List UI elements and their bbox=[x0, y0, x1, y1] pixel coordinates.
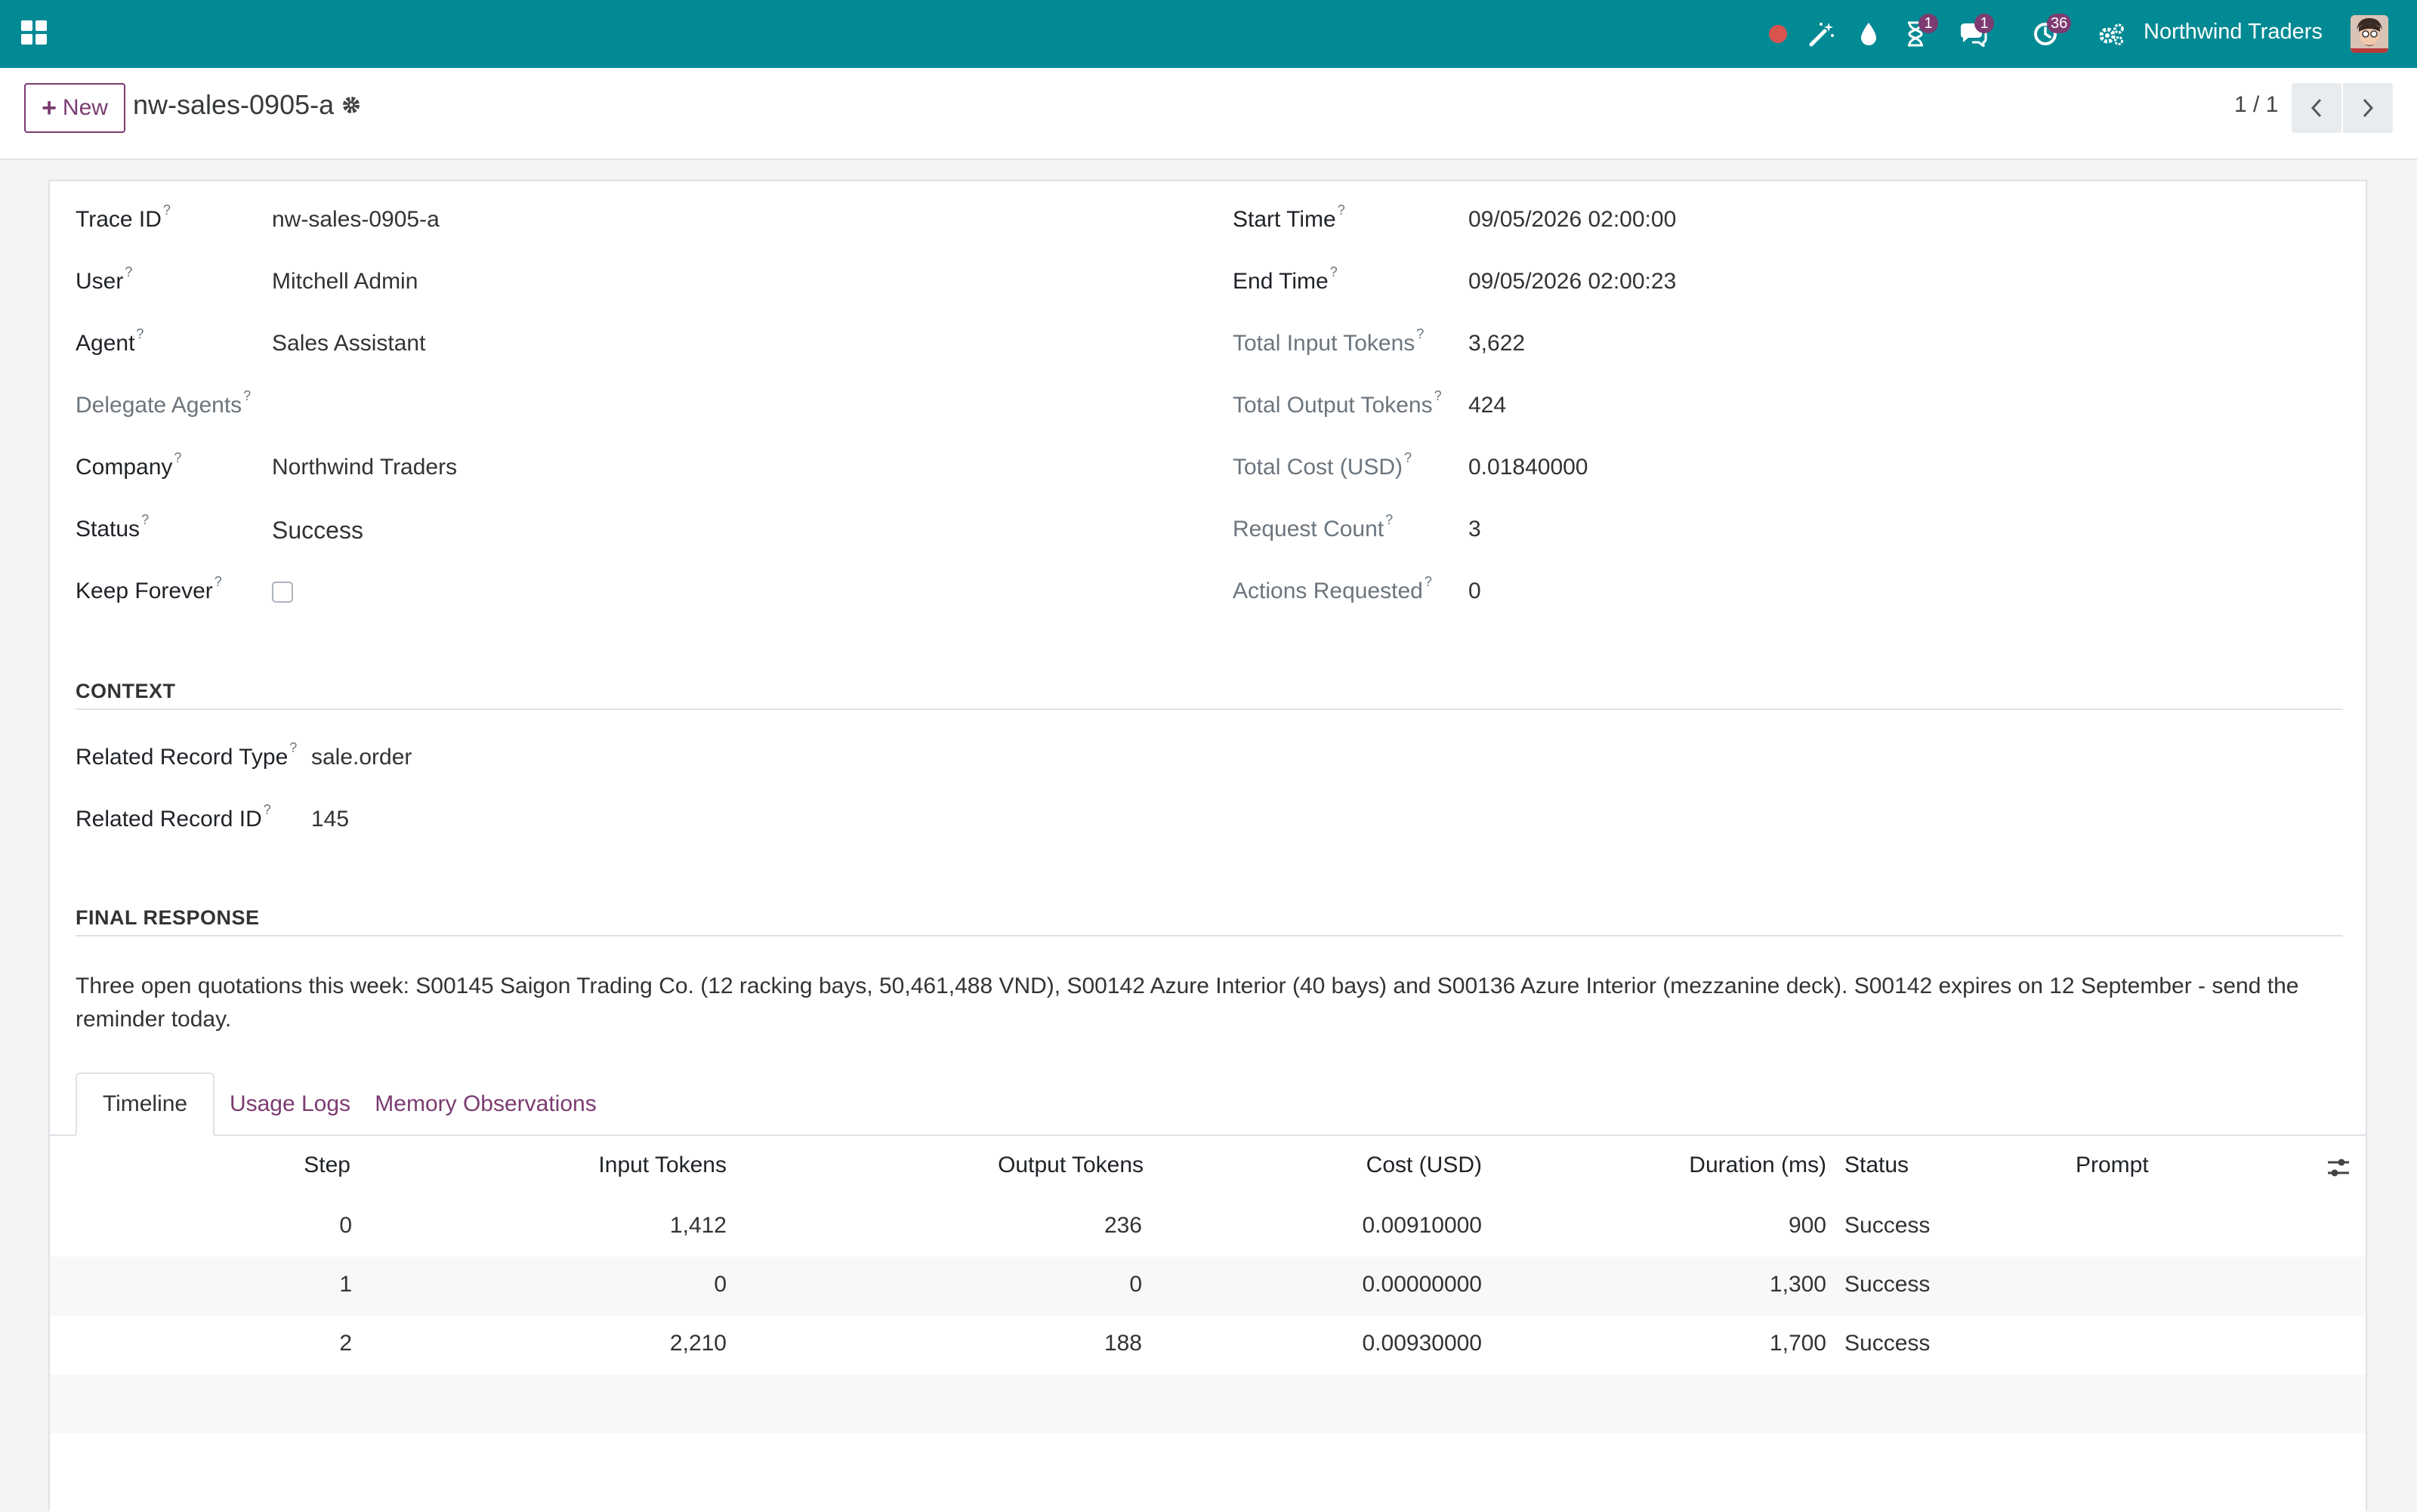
column-header-input-tokens[interactable]: Input Tokens bbox=[598, 1153, 727, 1178]
company-switcher[interactable]: Northwind Traders bbox=[2144, 20, 2323, 45]
total-cost-label: Total Cost (USD)? bbox=[1233, 450, 1412, 480]
record-actions-gear-icon[interactable] bbox=[341, 95, 361, 119]
tab-timeline[interactable]: Timeline bbox=[76, 1072, 215, 1136]
settings-gears-icon[interactable] bbox=[2097, 15, 2127, 53]
agent-value[interactable]: Sales Assistant bbox=[272, 331, 425, 356]
request-count-label: Request Count? bbox=[1233, 512, 1394, 542]
request-count-value: 3 bbox=[1468, 517, 1481, 542]
related-record-type-value: sale.order bbox=[311, 745, 412, 770]
final-response-text: Three open quotations this week: S00145 … bbox=[76, 974, 2299, 1032]
chat-icon[interactable]: 1 bbox=[1958, 14, 1994, 53]
empty-table-row bbox=[50, 1375, 2366, 1435]
cell-duration: 1,700 bbox=[1769, 1331, 1826, 1356]
tab-memory-observations[interactable]: Memory Observations bbox=[366, 1072, 606, 1136]
total-input-tokens-label: Total Input Tokens? bbox=[1233, 326, 1425, 356]
total-input-tokens-value: 3,622 bbox=[1468, 331, 1526, 356]
timeline-table-header: Step Input Tokens Output Tokens Cost (US… bbox=[50, 1136, 2366, 1200]
droplet-icon[interactable] bbox=[1855, 15, 1882, 53]
cell-status: Success bbox=[1844, 1272, 1931, 1297]
record-title: nw-sales-0905-a bbox=[133, 89, 335, 120]
new-button-label: New bbox=[62, 95, 108, 120]
plus-icon: + bbox=[42, 93, 57, 122]
record-dot-icon[interactable] bbox=[1764, 15, 1792, 53]
column-header-cost[interactable]: Cost (USD) bbox=[1366, 1153, 1482, 1178]
keep-forever-checkbox[interactable] bbox=[272, 582, 293, 603]
column-header-duration[interactable]: Duration (ms) bbox=[1689, 1153, 1826, 1178]
new-button[interactable]: + New bbox=[24, 83, 125, 133]
table-row[interactable]: 1 0 0 0.00000000 1,300 Success bbox=[50, 1257, 2366, 1317]
optional-columns-toggle-icon[interactable] bbox=[2326, 1156, 2351, 1183]
company-value[interactable]: Northwind Traders bbox=[272, 455, 457, 480]
trace-id-label: Trace ID? bbox=[76, 202, 171, 232]
pager-value[interactable]: 1 / 1 bbox=[2234, 92, 2278, 118]
activities-badge: 1 bbox=[1918, 14, 1938, 33]
cell-step: 0 bbox=[339, 1213, 352, 1238]
cell-duration: 900 bbox=[1788, 1213, 1826, 1238]
control-panel: + New nw-sales-0905-a 1 / 1 bbox=[0, 68, 2417, 160]
agent-label: Agent? bbox=[76, 326, 144, 356]
total-cost-value: 0.01840000 bbox=[1468, 455, 1588, 480]
start-time-value: 09/05/2026 02:00:00 bbox=[1468, 207, 1677, 232]
actions-requested-value: 0 bbox=[1468, 579, 1481, 603]
table-row[interactable]: 0 1,412 236 0.00910000 900 Success bbox=[50, 1198, 2366, 1258]
delegate-agents-label: Delegate Agents? bbox=[76, 388, 252, 418]
context-divider bbox=[76, 708, 2343, 710]
chevron-left-icon bbox=[2311, 98, 2322, 118]
end-time-value: 09/05/2026 02:00:23 bbox=[1468, 269, 1677, 294]
keep-forever-label: Keep Forever? bbox=[76, 574, 222, 603]
cell-duration: 1,300 bbox=[1769, 1272, 1826, 1297]
final-response-divider bbox=[76, 935, 2343, 937]
context-section-title: CONTEXT bbox=[76, 680, 176, 702]
empty-table-row bbox=[50, 1433, 2366, 1512]
cell-input-tokens: 1,412 bbox=[669, 1213, 727, 1238]
form-sheet: Trace ID? nw-sales-0905-a User? Mitchell… bbox=[48, 180, 2367, 1512]
cell-output-tokens: 236 bbox=[1104, 1213, 1142, 1238]
cell-input-tokens: 2,210 bbox=[669, 1331, 727, 1356]
related-record-id-value: 145 bbox=[311, 807, 350, 832]
related-record-id-label: Related Record ID? bbox=[76, 802, 271, 832]
table-row[interactable]: 2 2,210 188 0.00930000 1,700 Success bbox=[50, 1316, 2366, 1376]
start-time-label: Start Time? bbox=[1233, 202, 1345, 232]
column-header-output-tokens[interactable]: Output Tokens bbox=[998, 1153, 1144, 1178]
cell-output-tokens: 0 bbox=[1129, 1272, 1142, 1297]
cell-cost: 0.00910000 bbox=[1362, 1213, 1483, 1238]
apps-grid-icon[interactable] bbox=[21, 20, 48, 48]
total-output-tokens-label: Total Output Tokens? bbox=[1233, 388, 1442, 418]
pager-previous-button[interactable] bbox=[2292, 83, 2341, 133]
chevron-right-icon bbox=[2363, 98, 2374, 118]
cell-cost: 0.00000000 bbox=[1362, 1272, 1483, 1297]
status-value: Success bbox=[272, 517, 363, 544]
trace-id-value: nw-sales-0905-a bbox=[272, 207, 440, 232]
final-response-section-title: FINAL RESPONSE bbox=[76, 906, 260, 929]
column-header-prompt[interactable]: Prompt bbox=[2076, 1153, 2149, 1178]
cell-output-tokens: 188 bbox=[1104, 1331, 1142, 1356]
column-header-step[interactable]: Step bbox=[304, 1153, 350, 1178]
cell-step: 1 bbox=[339, 1272, 352, 1297]
cell-cost: 0.00930000 bbox=[1362, 1331, 1483, 1356]
cell-status: Success bbox=[1844, 1331, 1931, 1356]
hourglass-icon[interactable]: 1 bbox=[1902, 14, 1938, 53]
actions-requested-label: Actions Requested? bbox=[1233, 574, 1432, 603]
cell-input-tokens: 0 bbox=[714, 1272, 727, 1297]
user-label: User? bbox=[76, 264, 133, 294]
user-value[interactable]: Mitchell Admin bbox=[272, 269, 418, 295]
cell-status: Success bbox=[1844, 1213, 1931, 1238]
clock-icon[interactable]: 36 bbox=[2030, 14, 2072, 53]
magic-wand-icon[interactable] bbox=[1807, 15, 1837, 53]
user-avatar[interactable] bbox=[2351, 15, 2388, 53]
column-header-status[interactable]: Status bbox=[1844, 1153, 1909, 1178]
status-label: Status? bbox=[76, 512, 150, 542]
messages-badge: 1 bbox=[1974, 14, 1994, 33]
top-navbar: 1 1 36 Northwind Traders bbox=[0, 0, 2417, 68]
end-time-label: End Time? bbox=[1233, 264, 1338, 294]
total-output-tokens-value: 424 bbox=[1468, 393, 1507, 418]
related-record-type-label: Related Record Type? bbox=[76, 740, 298, 770]
pager-next-button[interactable] bbox=[2343, 83, 2393, 133]
cell-step: 2 bbox=[339, 1331, 352, 1356]
clock-badge: 36 bbox=[2047, 14, 2072, 33]
tab-usage-logs[interactable]: Usage Logs bbox=[215, 1072, 366, 1136]
company-label: Company? bbox=[76, 450, 182, 480]
